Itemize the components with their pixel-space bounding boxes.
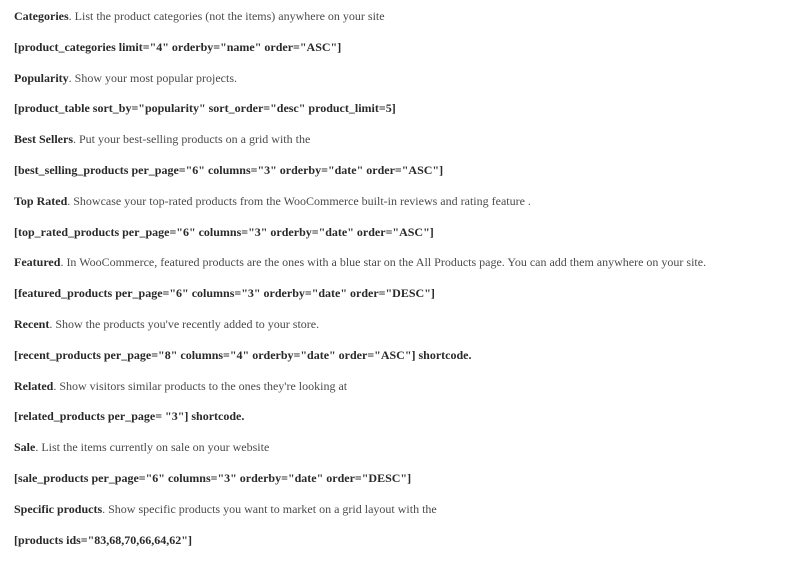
section-desc-text: . Showcase your top-rated products from … <box>67 194 531 208</box>
shortcode-line: [sale_products per_page="6" columns="3" … <box>14 470 786 487</box>
section-desc-text: . Show specific products you want to mar… <box>102 502 437 516</box>
section-description: Categories. List the product categories … <box>14 8 786 25</box>
section-desc-text: . Show visitors similar products to the … <box>53 379 347 393</box>
document-body: Categories. List the product categories … <box>14 8 786 548</box>
section-description: Popularity. Show your most popular proje… <box>14 70 786 87</box>
shortcode-line: [product_categories limit="4" orderby="n… <box>14 39 786 56</box>
section-desc-text: . List the product categories (not the i… <box>69 9 385 23</box>
section-desc-text: . Show the products you've recently adde… <box>49 317 319 331</box>
shortcode-line: [product_table sort_by="popularity" sort… <box>14 100 786 117</box>
shortcode-line: [recent_products per_page="8" columns="4… <box>14 347 786 364</box>
section-title: Specific products <box>14 502 102 516</box>
section-title: Sale <box>14 440 35 454</box>
section-title: Related <box>14 379 53 393</box>
section-description: Best Sellers. Put your best-selling prod… <box>14 131 786 148</box>
section-description: Sale. List the items currently on sale o… <box>14 439 786 456</box>
section-desc-text: . Put your best-selling products on a gr… <box>73 132 310 146</box>
shortcode-line: [featured_products per_page="6" columns=… <box>14 285 786 302</box>
section-description: Top Rated. Showcase your top-rated produ… <box>14 193 786 210</box>
section-description: Recent. Show the products you've recentl… <box>14 316 786 333</box>
section-description: Specific products. Show specific product… <box>14 501 786 518</box>
shortcode-line: [top_rated_products per_page="6" columns… <box>14 224 786 241</box>
section-desc-text: . In WooCommerce, featured products are … <box>60 255 706 269</box>
section-title: Popularity <box>14 71 69 85</box>
section-title: Categories <box>14 9 69 23</box>
section-description: Featured. In WooCommerce, featured produ… <box>14 254 786 271</box>
section-title: Best Sellers <box>14 132 73 146</box>
shortcode-line: [products ids="83,68,70,66,64,62"] <box>14 532 786 549</box>
section-title: Featured <box>14 255 60 269</box>
shortcode-line: [best_selling_products per_page="6" colu… <box>14 162 786 179</box>
section-description: Related. Show visitors similar products … <box>14 378 786 395</box>
section-title: Recent <box>14 317 49 331</box>
section-title: Top Rated <box>14 194 67 208</box>
section-desc-text: . Show your most popular projects. <box>69 71 237 85</box>
section-desc-text: . List the items currently on sale on yo… <box>35 440 269 454</box>
shortcode-line: [related_products per_page= "3"] shortco… <box>14 408 786 425</box>
